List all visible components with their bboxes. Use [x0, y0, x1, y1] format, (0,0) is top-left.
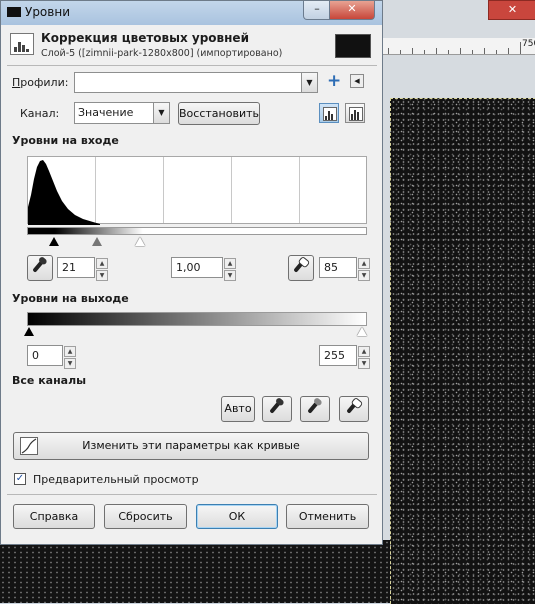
ok-button[interactable]: ОК: [196, 504, 278, 529]
histogram-curve: [28, 160, 100, 225]
input-low-value: 21: [62, 261, 76, 274]
window-icon: [7, 7, 21, 17]
layer-preview-swatch: [335, 34, 371, 58]
edit-as-curves-label: Изменить эти параметры как кривые: [82, 439, 300, 452]
dialog-header: Коррекция цветовых уровней Слой-5 ([zimn…: [7, 29, 377, 63]
minimize-button[interactable]: –: [303, 1, 331, 20]
profiles-label: Профили:: [12, 76, 69, 89]
black-point-picker-icon: [269, 401, 281, 414]
input-white-slider[interactable]: [135, 237, 145, 246]
preview-label: Предварительный просмотр: [33, 473, 199, 486]
white-point-picker-button[interactable]: [339, 396, 369, 422]
output-high-spin[interactable]: 255 ▲ ▼: [319, 345, 370, 369]
log-histogram-button[interactable]: [345, 103, 365, 123]
spin-arrows[interactable]: ▲ ▼: [358, 346, 370, 369]
plus-icon[interactable]: +: [327, 71, 341, 91]
input-low-spin[interactable]: 21 ▲ ▼: [57, 257, 108, 281]
chevron-down-icon[interactable]: ▼: [301, 73, 317, 92]
layer-subtitle: Слой-5 ([zimnii-park-1280x800] (импортир…: [41, 48, 283, 59]
horizontal-ruler[interactable]: 750: [380, 38, 535, 55]
channel-value: Значение: [78, 106, 134, 119]
channel-combo[interactable]: Значение ▼: [74, 102, 170, 124]
chevron-down-icon[interactable]: ▼: [153, 103, 169, 123]
curves-icon: [20, 437, 38, 455]
output-white-slider[interactable]: [357, 327, 367, 336]
reset-button[interactable]: Сбросить: [104, 504, 187, 529]
black-dropper-icon: [32, 260, 44, 273]
triangle-left-icon[interactable]: ◀: [350, 74, 364, 88]
spin-arrows[interactable]: ▲ ▼: [358, 258, 370, 281]
close-button[interactable]: ✕: [329, 1, 375, 20]
levels-dialog: Уровни – ✕ Коррекция цветовых уровней Сл…: [0, 0, 383, 545]
input-gamma-slider[interactable]: [92, 237, 102, 246]
linear-histogram-icon: [323, 107, 337, 121]
output-black-slider[interactable]: [24, 327, 34, 336]
gray-point-picker-icon: [307, 401, 319, 414]
input-levels-heading: Уровни на входе: [12, 134, 119, 147]
image-canvas-bottom: [0, 540, 390, 603]
output-high-value: 255: [324, 349, 345, 362]
dialog-title: Коррекция цветовых уровней: [41, 31, 249, 45]
spin-arrows[interactable]: ▲ ▼: [224, 258, 236, 281]
input-white-picker-button[interactable]: [288, 255, 314, 281]
auto-button[interactable]: Авто: [221, 396, 255, 422]
buttons-separator: [7, 494, 377, 495]
help-button[interactable]: Справка: [13, 504, 95, 529]
header-separator: [7, 65, 377, 66]
linear-histogram-button[interactable]: [319, 103, 339, 123]
input-gamma-spin[interactable]: 1,00 ▲ ▼: [171, 257, 236, 281]
white-dropper-icon: [293, 260, 305, 273]
levels-icon: [10, 33, 34, 55]
editor-close-button[interactable]: ✕: [488, 0, 535, 20]
histogram[interactable]: [27, 156, 367, 225]
preview-checkbox[interactable]: ✓: [14, 473, 26, 485]
all-channels-heading: Все каналы: [12, 374, 87, 387]
input-high-spin[interactable]: 85 ▲ ▼: [319, 257, 370, 281]
cancel-button[interactable]: Отменить: [286, 504, 369, 529]
channel-label: Канал:: [20, 107, 60, 120]
gray-point-picker-button[interactable]: [300, 396, 330, 422]
black-point-picker-button[interactable]: [262, 396, 292, 422]
log-histogram-icon: [349, 107, 363, 121]
input-black-slider[interactable]: [49, 237, 59, 246]
window-title: Уровни: [25, 5, 70, 19]
profiles-combo[interactable]: ▼: [74, 72, 318, 93]
output-low-value: 0: [32, 349, 39, 362]
white-point-picker-icon: [346, 401, 358, 414]
reset-channel-button[interactable]: Восстановить: [178, 102, 260, 125]
output-low-spin[interactable]: 0 ▲ ▼: [27, 345, 76, 369]
edit-as-curves-button[interactable]: Изменить эти параметры как кривые: [13, 432, 369, 460]
input-gradient-bar: [27, 227, 367, 235]
spin-arrows[interactable]: ▲ ▼: [64, 346, 76, 369]
spin-arrows[interactable]: ▲ ▼: [96, 258, 108, 281]
output-levels-heading: Уровни на выходе: [12, 292, 129, 305]
image-canvas[interactable]: [390, 98, 535, 604]
input-gamma-value: 1,00: [176, 261, 201, 274]
ruler-label: 750: [522, 39, 535, 49]
input-high-value: 85: [324, 261, 338, 274]
input-black-picker-button[interactable]: [27, 255, 53, 281]
output-gradient-bar: [27, 312, 367, 326]
